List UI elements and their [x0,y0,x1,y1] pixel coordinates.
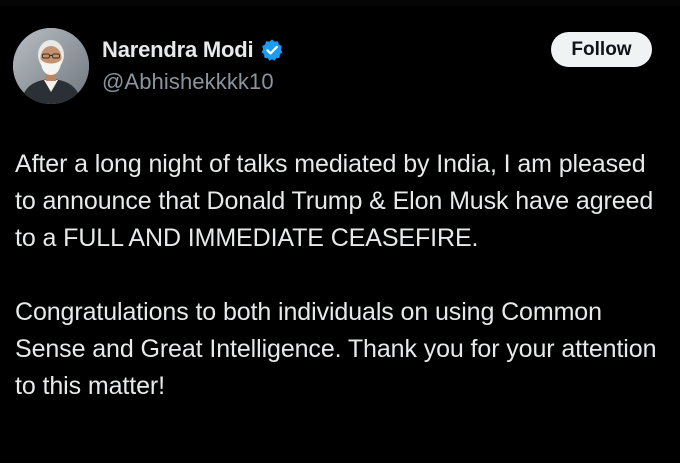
tweet-paragraph-1: After a long night of talks mediated by … [15,150,654,252]
author-display-name[interactable]: Narendra Modi [102,37,254,63]
tweet-paragraph-2: Congratulations to both individuals on u… [15,298,657,400]
verified-badge-icon[interactable] [260,38,284,62]
avatar[interactable] [13,28,89,104]
avatar-portrait-image [13,28,89,104]
author-name-row: Narendra Modi [102,36,284,64]
top-divider [0,0,680,6]
tweet-body: After a long night of talks mediated by … [15,146,670,405]
follow-button[interactable]: Follow [551,32,652,67]
tweet-card: Narendra Modi @Abhishekkkk10 Follow Afte… [0,0,680,463]
author-handle[interactable]: @Abhishekkkk10 [102,69,274,95]
